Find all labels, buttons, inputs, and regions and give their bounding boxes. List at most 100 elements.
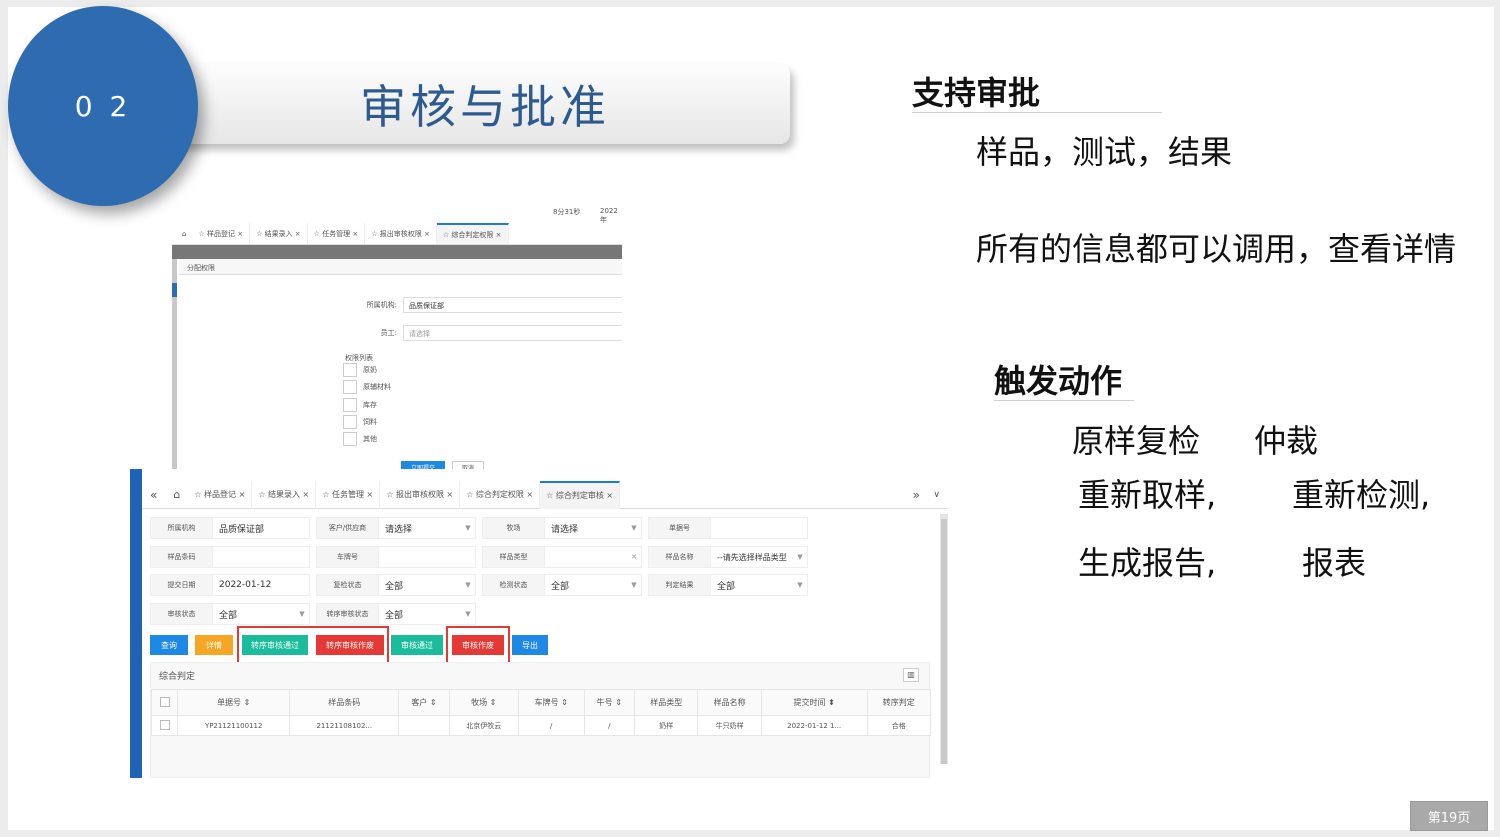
overlay-bar — [172, 245, 622, 259]
checkbox[interactable] — [343, 432, 357, 446]
action-item: 重新检测, — [1292, 476, 1431, 514]
column-header[interactable]: 牛号 ⇕ — [583, 689, 636, 716]
screenshot-judgement-audit: « ⌂ ☆ 样品登记 × ☆ 结果录入 × ☆ 任务管理 × ☆ 报出审核权限 … — [130, 469, 948, 778]
filter-sample-name[interactable]: 样品名称 --请先选择样品类型 ▼ — [648, 546, 808, 568]
column-header[interactable]: 样品名称 — [697, 689, 762, 716]
dropdown-arrow-icon: ▼ — [465, 581, 471, 589]
tab-bar: « ⌂ ☆ 样品登记 × ☆ 结果录入 × ☆ 任务管理 × ☆ 报出审核权限 … — [142, 480, 948, 509]
staff-select[interactable]: 请选择 — [403, 325, 622, 341]
checkbox[interactable] — [159, 719, 170, 730]
dropdown-arrow-icon: ▼ — [797, 581, 803, 589]
table-cell — [398, 715, 450, 736]
home-icon[interactable]: ⌂ — [176, 230, 192, 238]
table-cell: 21121108102... — [289, 715, 400, 736]
column-header[interactable]: 转序判定 — [866, 689, 932, 716]
export-button[interactable]: 导出 — [512, 635, 548, 655]
approval-items: 样品，测试，结果 — [976, 133, 1233, 171]
timer-text: 8分31秒 — [553, 208, 581, 216]
tab-result-entry[interactable]: ☆ 结果录入 × — [250, 223, 308, 244]
dropdown-arrow-icon: ▼ — [465, 524, 471, 532]
perm-checkbox[interactable]: 库存 — [343, 398, 377, 412]
home-icon[interactable]: ⌂ — [165, 488, 188, 501]
audit-void-button[interactable]: 审核作废 — [452, 635, 504, 655]
section-number: 0 2 — [74, 89, 132, 123]
perm-checkbox[interactable]: 原奶 — [343, 363, 377, 377]
tab-sample-register[interactable]: ☆ 样品登记 × — [192, 223, 251, 244]
column-header[interactable]: 客户 ⇕ — [398, 689, 450, 716]
org-row: 所属机构: 品质保证部 — [343, 297, 622, 313]
vertical-scrollbar[interactable] — [940, 514, 948, 764]
filter-org[interactable]: 所属机构 品质保证部 — [150, 517, 310, 539]
scrollbar-thumb[interactable] — [941, 519, 947, 764]
heading-underline — [912, 112, 1162, 113]
filter-submit-date[interactable]: 提交日期 2022-01-12 — [150, 574, 310, 596]
column-header[interactable]: 样品类型 — [634, 689, 699, 716]
columns-icon[interactable]: ▥ — [903, 668, 919, 682]
tab-report-audit-permission[interactable]: ☆ 报出审核权限 × — [380, 480, 461, 509]
filter-doc-no[interactable]: 单据号 — [648, 517, 808, 539]
column-header[interactable]: 车牌号 ⇕ — [517, 689, 585, 716]
checkbox[interactable] — [343, 415, 357, 429]
filter-sample-barcode[interactable]: 样品条码 — [150, 546, 310, 568]
tab-sample-register[interactable]: ☆ 样品登记 × — [188, 480, 253, 509]
action-item: 原样复检 — [1072, 422, 1201, 460]
perm-checkbox[interactable]: 其他 — [343, 432, 377, 446]
filter-audit-status[interactable]: 审核状态 全部 ▼ — [150, 603, 310, 625]
tab-judgement-permission[interactable]: ☆ 综合判定权限 × — [460, 480, 541, 509]
filter-transfer-audit-status[interactable]: 转序审核状态 全部 ▼ — [316, 603, 476, 625]
table-cell: 牛只奶样 — [697, 715, 762, 736]
table-row[interactable]: YP21121100112 21121108102... 北京伊牧云 / / 奶… — [151, 715, 932, 736]
action-item: 仲裁 — [1254, 422, 1319, 460]
permission-modal: 分配权限 所属机构: 品质保证部 员工: 请选择 权限列表 原奶 原辅材料 库存… — [179, 259, 622, 469]
tab-report-audit-permission[interactable]: ☆ 报出审核权限 × — [365, 223, 437, 244]
table-cell: 合格 — [866, 715, 932, 736]
table-cell: / — [517, 715, 585, 736]
detail-button[interactable]: 详情 — [195, 635, 233, 655]
heading-approval: 支持审批 — [912, 74, 1041, 112]
filter-plate-no[interactable]: 车牌号 — [316, 546, 476, 568]
perm-checkbox[interactable]: 饲料 — [343, 415, 377, 429]
column-header[interactable]: 单据号 ⇕ — [176, 689, 291, 716]
sidebar-strip — [130, 469, 142, 778]
audit-approve-button[interactable]: 审核通过 — [391, 635, 443, 655]
heading-underline — [994, 400, 1134, 401]
column-header[interactable]: 牧场 ⇕ — [448, 689, 519, 716]
filter-test-status[interactable]: 检测状态 全部 ▼ — [482, 574, 642, 596]
tab-bar: ⌂ ☆ 样品登记 × ☆ 结果录入 × ☆ 任务管理 × ☆ 报出审核权限 × … — [172, 223, 622, 245]
filter-sample-type[interactable]: 样品类型 ✕ — [482, 546, 642, 568]
filter-ranch[interactable]: 牧场 请选择 ▼ — [482, 517, 642, 539]
collapse-left-icon[interactable]: « — [142, 488, 165, 502]
org-field[interactable]: 品质保证部 — [403, 297, 622, 313]
scroll-right-icon[interactable]: » — [913, 488, 920, 502]
tab-result-entry[interactable]: ☆ 结果录入 × — [252, 480, 317, 509]
info-access-line: 所有的信息都可以调用，查看详情 — [976, 230, 1457, 268]
filter-recheck-status[interactable]: 复检状态 全部 ▼ — [316, 574, 476, 596]
query-button[interactable]: 查询 — [150, 635, 188, 655]
staff-row: 员工: 请选择 — [343, 325, 622, 341]
tab-judgement-permission[interactable]: ☆ 综合判定权限 × — [436, 223, 509, 244]
chevron-down-icon[interactable]: ∨ — [933, 490, 940, 500]
perm-checkbox[interactable]: 原辅材料 — [343, 380, 391, 394]
checkbox[interactable] — [159, 696, 170, 707]
checkbox[interactable] — [343, 363, 357, 377]
filter-customer[interactable]: 客户/供应商 请选择 ▼ — [316, 517, 476, 539]
checkbox[interactable] — [343, 398, 357, 412]
table-cell: 奶样 — [634, 715, 699, 736]
staff-label: 员工: — [380, 329, 397, 337]
column-header[interactable]: 样品条码 — [289, 689, 400, 716]
title-banner: 审核与批准 — [150, 64, 790, 144]
tab-task-manage[interactable]: ☆ 任务管理 × — [308, 223, 366, 244]
tab-judgement-audit[interactable]: ☆ 综合判定审核 × — [540, 480, 621, 509]
select-all-cell — [151, 689, 178, 716]
transfer-approve-button[interactable]: 转序审核通过 — [242, 635, 308, 655]
slide-title: 审核与批准 — [360, 80, 610, 134]
transfer-void-button[interactable]: 转序审核作废 — [316, 635, 384, 655]
tab-task-manage[interactable]: ☆ 任务管理 × — [316, 480, 381, 509]
submit-button[interactable]: 立即提交 — [401, 461, 445, 469]
checkbox[interactable] — [343, 380, 357, 394]
column-header[interactable]: 提交时间 ⬍ — [760, 689, 868, 716]
filter-judge-result[interactable]: 判定结果 全部 ▼ — [648, 574, 808, 596]
date-text: 2022年 — [600, 207, 618, 224]
cancel-button[interactable]: 取消 — [452, 461, 484, 469]
heading-trigger: 触发动作 — [994, 362, 1123, 400]
